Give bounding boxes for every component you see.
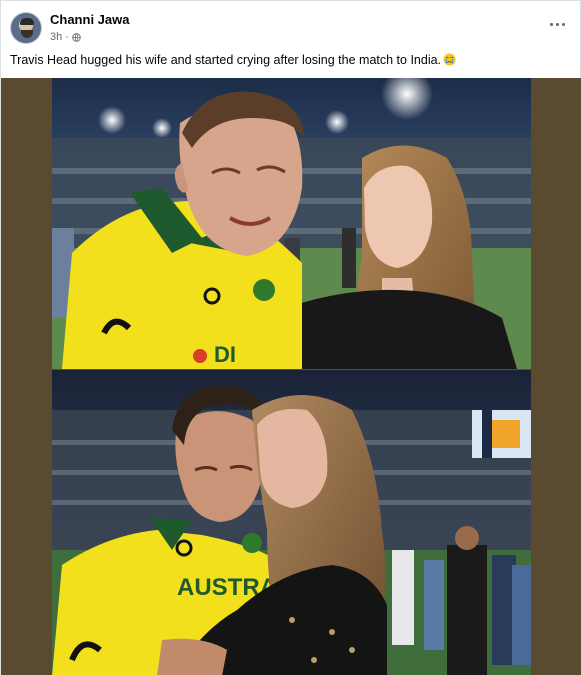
photo-player-hugging-woman[interactable]: AUSTRAL	[52, 370, 531, 675]
globe-icon	[72, 32, 81, 42]
author-name[interactable]: Channi Jawa	[50, 12, 129, 27]
post-header: Channi Jawa 3h ·	[1, 1, 581, 49]
more-options-icon[interactable]	[550, 19, 568, 29]
author-avatar[interactable]	[10, 12, 42, 44]
post-media[interactable]: DI AUSTRAL	[1, 78, 581, 675]
post-caption-row: Travis Head hugged his wife and started …	[10, 53, 456, 67]
post-time[interactable]: 3h	[50, 31, 62, 43]
crying-face-emoji	[443, 53, 456, 66]
post-meta: 3h ·	[50, 31, 81, 43]
post-caption: Travis Head hugged his wife and started …	[10, 53, 442, 67]
jersey-text-1: DI	[214, 342, 236, 367]
photo-crying-player-with-woman[interactable]: DI	[52, 78, 531, 369]
facebook-post: Channi Jawa 3h · Travis Head hugged his …	[0, 0, 581, 675]
